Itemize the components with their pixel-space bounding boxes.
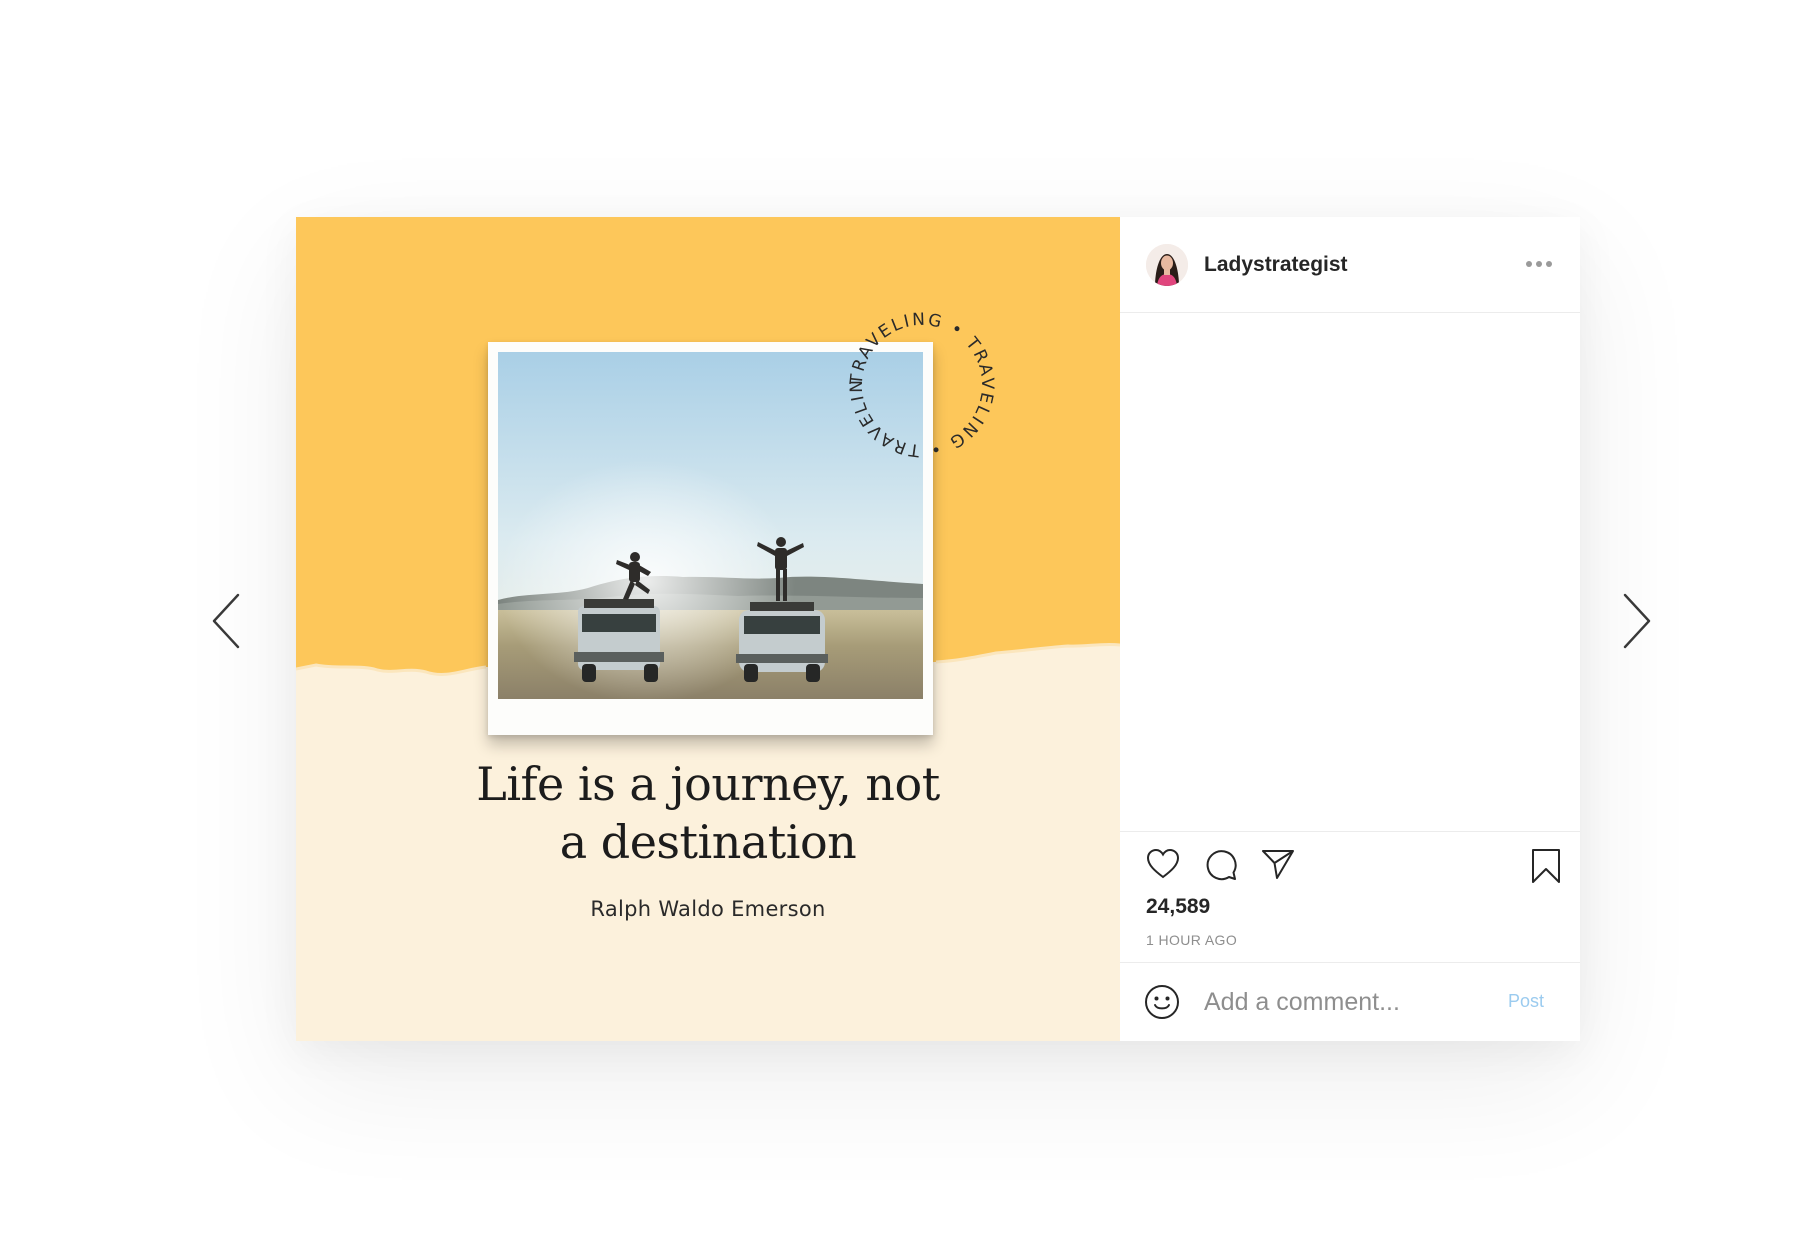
like-button[interactable] xyxy=(1146,848,1180,885)
username[interactable]: Ladystrategist xyxy=(1204,253,1348,277)
next-arrow[interactable] xyxy=(1614,588,1660,654)
comment-input[interactable] xyxy=(1204,987,1494,1017)
page: TRAVELING • TRAVELING • TRAVELING • Life… xyxy=(0,0,1820,1240)
previous-arrow[interactable] xyxy=(203,588,249,654)
more-dots-icon xyxy=(1546,261,1552,267)
post-header: Ladystrategist xyxy=(1120,217,1580,313)
save-button[interactable] xyxy=(1531,848,1561,889)
more-dots-icon xyxy=(1526,261,1532,267)
more-options-button[interactable] xyxy=(1526,254,1552,274)
quote-author: Ralph Waldo Emerson xyxy=(590,897,826,921)
quote-line: Life is a journey, not xyxy=(476,757,940,811)
post-actions xyxy=(1120,831,1580,883)
bookmark-icon xyxy=(1532,849,1560,883)
share-button[interactable] xyxy=(1261,848,1295,885)
quote-text: Life is a journey, not a destination xyxy=(296,755,1120,871)
post-comment-button[interactable]: Post xyxy=(1508,991,1544,1012)
stamp-text: TRAVELING • TRAVELING • TRAVELING • xyxy=(832,295,995,460)
more-dots-icon xyxy=(1536,261,1542,267)
quote-line: a destination xyxy=(559,815,857,869)
heart-icon xyxy=(1146,848,1180,879)
chevron-left-icon xyxy=(212,593,240,649)
post-image[interactable]: TRAVELING • TRAVELING • TRAVELING • Life… xyxy=(296,217,1120,1041)
send-icon xyxy=(1262,850,1294,879)
comment-icon xyxy=(1206,850,1237,881)
comment-button[interactable] xyxy=(1204,848,1238,887)
emoji-icon[interactable] xyxy=(1144,984,1180,1020)
post-card: TRAVELING • TRAVELING • TRAVELING • Life… xyxy=(296,217,1580,1041)
chevron-right-icon xyxy=(1623,593,1651,649)
post-timestamp: 1 HOUR AGO xyxy=(1146,932,1238,948)
comment-bar: Post xyxy=(1120,962,1580,1041)
avatar[interactable] xyxy=(1146,243,1188,286)
svg-text:TRAVELING • TRAVELING • TRAVEL: TRAVELING • TRAVELING • TRAVELING • xyxy=(832,295,997,460)
like-count: 24,589 xyxy=(1146,895,1211,918)
traveling-circular-stamp: TRAVELING • TRAVELING • TRAVELING • xyxy=(832,295,997,460)
post-side-panel: Ladystrategist 24,589 1 HOUR AGO Add a c… xyxy=(1120,217,1580,1041)
